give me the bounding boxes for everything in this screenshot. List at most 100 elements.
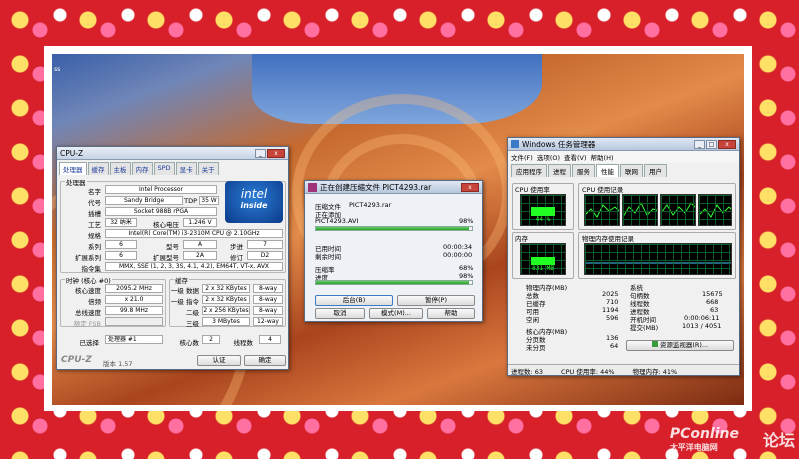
nonpaged-label: 未分页: [526, 344, 546, 352]
tdp-value: 35 W: [199, 196, 219, 205]
group-title: 缓存: [174, 275, 189, 285]
fsb-value: [105, 317, 163, 326]
progress-value: 98%: [459, 272, 474, 280]
free-label: 空闲: [526, 316, 539, 324]
tab-about[interactable]: 关于: [197, 162, 219, 175]
background-button[interactable]: 后台(B): [315, 295, 393, 306]
status-processes: 进程数: 63: [511, 368, 544, 376]
l1d-label: 一级 数据: [170, 287, 199, 295]
cpu-history-graph: [584, 194, 620, 226]
model-label: 型号: [166, 243, 179, 251]
cpu-usage-meter: 44 %: [520, 194, 566, 226]
cpu-usage-value: 44 %: [535, 216, 551, 223]
memory-value: 831 MB: [532, 265, 554, 272]
tab-cache[interactable]: 缓存: [87, 162, 109, 175]
resource-monitor-button[interactable]: 资源监视器(R)...: [626, 340, 734, 351]
handles-value: 15675: [702, 290, 723, 298]
memory-meter: 831 MB: [520, 243, 566, 275]
remaining-value: 00:00:00: [443, 251, 473, 259]
ratio-value: 68%: [459, 264, 474, 272]
instr-value: MMX, SSE (1, 2, 3, 3S, 4.1, 4.2), EM64T,…: [105, 262, 283, 271]
window-title: CPU-Z: [60, 148, 84, 158]
cores-label: 核心数: [179, 339, 200, 347]
tab-performance[interactable]: 性能: [596, 164, 619, 177]
total-progress-bar: [315, 280, 473, 285]
l2-way: 8-way: [253, 306, 283, 315]
tab-applications[interactable]: 应用程序: [511, 164, 547, 177]
file-progress-bar: [315, 226, 473, 231]
menu-options[interactable]: 选项(O): [537, 152, 560, 162]
pause-button[interactable]: 暂停(P): [397, 295, 475, 306]
menu-view[interactable]: 查看(V): [564, 152, 587, 162]
threads-value: 4: [259, 335, 281, 344]
l1d-way: 8-way: [253, 284, 283, 293]
menu-help[interactable]: 帮助(H): [591, 152, 614, 162]
tab-mainboard[interactable]: 主板: [109, 162, 131, 175]
mode-button[interactable]: 模式(M)...: [369, 308, 423, 319]
l2-label: 二级: [186, 309, 199, 317]
memory-history-graph: [584, 243, 732, 275]
selected-label: 已选择: [79, 339, 100, 347]
bus-speed-value: 99.8 MHz: [105, 306, 163, 315]
maximize-button[interactable]: □: [706, 139, 717, 149]
core-speed-value: 2095.2 MHz: [105, 284, 163, 293]
codename-value: Sandy Bridge: [105, 196, 183, 205]
tab-processor[interactable]: 处理器: [59, 162, 87, 175]
l1i-value: 2 x 32 KBytes: [202, 295, 250, 304]
l1i-way: 8-way: [253, 295, 283, 304]
commit-value: 1013 / 4051: [682, 322, 722, 330]
resource-monitor-icon: [651, 341, 658, 347]
task-manager-window[interactable]: Windows 任务管理器 _ □ x 文件(F) 选项(O) 查看(V) 帮助…: [507, 137, 740, 376]
cpuz-tabs: 处理器 缓存 主板 内存 SPD 显卡 关于: [57, 160, 288, 175]
forum-watermark: 论坛: [762, 431, 795, 450]
multiplier-label: 倍频: [88, 298, 101, 306]
winrar-dialog[interactable]: 正在创建压缩文件 PICT4293.rar x 压缩文件 PICT4293.ra…: [304, 180, 483, 322]
cpuz-titlebar[interactable]: CPU-Z _ x: [57, 147, 288, 160]
name-value: Intel Processor: [105, 185, 217, 194]
fsb-label: 额定 FSB: [73, 320, 101, 328]
available-value: 1194: [602, 306, 619, 314]
close-button[interactable]: x: [461, 182, 479, 192]
taskmgr-tabs: 应用程序 进程 服务 性能 联网 用户: [508, 163, 739, 177]
ok-button[interactable]: 确定: [244, 355, 286, 366]
tab-networking[interactable]: 联网: [620, 164, 643, 177]
tab-services[interactable]: 服务: [572, 164, 595, 177]
minimize-button[interactable]: _: [694, 139, 705, 149]
tab-spd[interactable]: SPD: [153, 162, 175, 175]
free-value: 596: [606, 314, 619, 322]
cpu-meter-fill: [531, 207, 555, 216]
taskmgr-titlebar[interactable]: Windows 任务管理器 _ □ x: [508, 138, 739, 151]
socket-label: 插槽: [88, 210, 101, 218]
cpuz-window[interactable]: CPU-Z _ x 处理器 缓存 主板 内存 SPD 显卡 关于 处理器 名字 …: [56, 146, 289, 370]
close-button[interactable]: x: [267, 148, 285, 158]
menu-bar: 文件(F) 选项(O) 查看(V) 帮助(H): [508, 151, 739, 163]
tab-memory[interactable]: 内存: [131, 162, 153, 175]
cpuz-brand: CPU-Z: [61, 355, 92, 365]
spec-value: Intel(R) Core(TM) i3-2310M CPU @ 2.10GHz: [105, 229, 283, 238]
extmodel-label: 扩展型号: [153, 254, 179, 262]
help-button[interactable]: 帮助: [427, 308, 475, 319]
tab-users[interactable]: 用户: [644, 164, 667, 177]
total-value: 2025: [602, 290, 619, 298]
status-cpu: CPU 使用率: 44%: [561, 368, 615, 376]
close-button[interactable]: x: [718, 139, 736, 149]
winrar-titlebar[interactable]: 正在创建压缩文件 PICT4293.rar x: [305, 181, 482, 194]
minimize-button[interactable]: _: [255, 148, 266, 158]
validate-button[interactable]: 认证: [197, 355, 241, 366]
winrar-icon: [308, 182, 317, 192]
l1d-value: 2 x 32 KBytes: [202, 284, 250, 293]
l3-value: 3 MBytes: [202, 317, 250, 326]
l2-value: 2 x 256 KBytes: [202, 306, 250, 315]
tab-graphics[interactable]: 显卡: [175, 162, 197, 175]
voltage-value: 1.246 V: [183, 218, 217, 227]
processor-select[interactable]: 处理器 #1: [105, 335, 163, 344]
desktop-text: ss: [54, 66, 61, 73]
paged-value: 136: [606, 334, 619, 342]
menu-file[interactable]: 文件(F): [511, 152, 533, 162]
tab-processes[interactable]: 进程: [548, 164, 571, 177]
instr-label: 指令集: [81, 265, 102, 273]
uptime-value: 0:00:06:11: [684, 314, 720, 322]
voltage-label: 核心电压: [153, 221, 179, 229]
l3-way: 12-way: [253, 317, 283, 326]
cancel-button[interactable]: 取消: [315, 308, 365, 319]
